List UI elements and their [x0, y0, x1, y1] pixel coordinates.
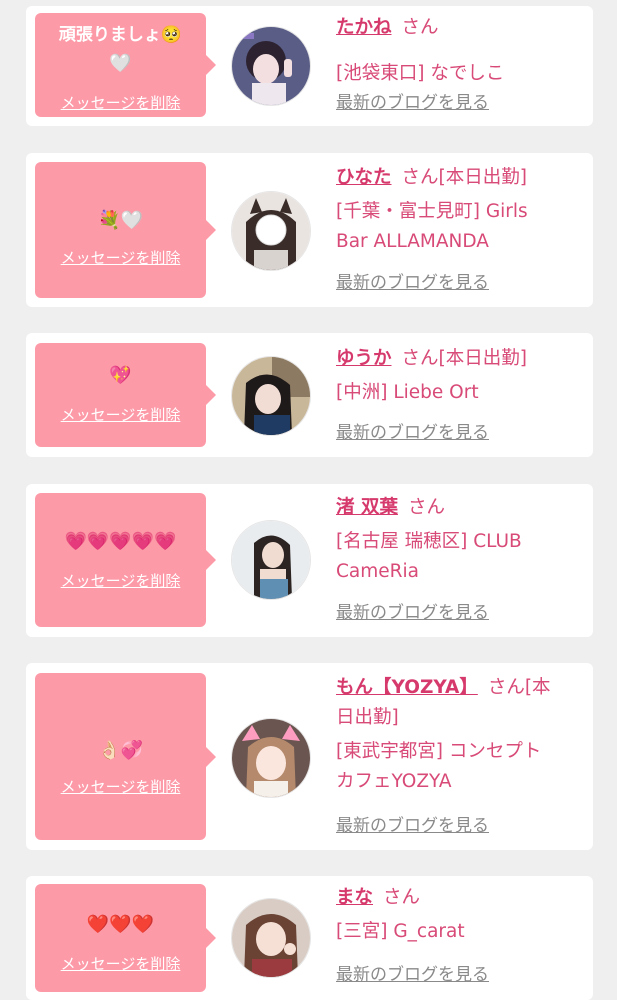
- user-name-link[interactable]: もん【YOZYA】: [336, 677, 478, 698]
- shop-info: [中洲] Liebe Ort: [336, 382, 479, 403]
- message-bubble: 頑張りましょ🥺 🤍 メッセージを削除: [35, 13, 216, 117]
- message-text: 頑張りましょ🥺: [58, 25, 183, 45]
- user-name-link[interactable]: 渚 双葉: [336, 497, 398, 518]
- user-info: ひなた さん[本日出勤] [千葉・富士見町] Girls Bar ALLAMAND…: [336, 163, 586, 257]
- latest-blog-link[interactable]: 最新のブログを見る: [336, 964, 489, 986]
- message-text: 💖: [109, 365, 132, 386]
- message-bubble: 💗💗💗💗💗 メッセージを削除: [35, 493, 216, 627]
- shop-info: [東武宇都宮] コンセプト: [336, 741, 542, 762]
- latest-blog-link[interactable]: 最新のブログを見る: [336, 815, 489, 837]
- avatar-image: [232, 27, 310, 105]
- avatar[interactable]: [231, 898, 311, 978]
- message-bubble: 💖 メッセージを削除: [35, 343, 216, 447]
- message-text: 🤍: [109, 53, 132, 74]
- list-item: 💗💗💗💗💗 メッセージを削除 渚 双葉 さん [名古屋 瑞穂区] CLUB Cam…: [26, 484, 593, 637]
- shop-info: [三宮] G_carat: [336, 921, 465, 942]
- delete-message-link[interactable]: メッセージを削除: [35, 248, 206, 268]
- attendance-badge: [本日出勤]: [438, 167, 527, 188]
- honorific: さん: [401, 167, 439, 188]
- avatar-image: [232, 521, 310, 599]
- message-bubble: ❤️❤️❤️ メッセージを削除: [35, 884, 216, 992]
- shop-info: カフェYOZYA: [336, 771, 452, 792]
- avatar-image: [232, 719, 310, 797]
- list-item: ❤️❤️❤️ メッセージを削除 まな さん [三宮] G_carat 最新のブログ…: [26, 876, 593, 1000]
- delete-message-link[interactable]: メッセージを削除: [35, 777, 206, 797]
- latest-blog-link[interactable]: 最新のブログを見る: [336, 602, 489, 624]
- message-text: 💐🤍: [98, 210, 143, 231]
- user-info: まな さん [三宮] G_carat: [336, 883, 586, 947]
- avatar-image: [232, 357, 310, 435]
- delete-message-link[interactable]: メッセージを削除: [35, 571, 206, 591]
- shop-info: Bar ALLAMANDA: [336, 231, 489, 252]
- delete-message-link[interactable]: メッセージを削除: [35, 405, 206, 425]
- attendance-badge: [本日出勤]: [438, 348, 527, 369]
- user-name-link[interactable]: まな: [336, 887, 373, 908]
- list-item: 頑張りましょ🥺 🤍 メッセージを削除 たかね さん [池袋東口] なでしこ 最新の…: [26, 6, 593, 126]
- message-text: 💗💗💗💗💗: [64, 531, 177, 552]
- user-name-link[interactable]: ゆうか: [336, 348, 392, 369]
- list-item: 💖 メッセージを削除 ゆうか さん[本日出勤] [中洲] Liebe Ort 最新…: [26, 333, 593, 457]
- user-info: ゆうか さん[本日出勤] [中洲] Liebe Ort: [336, 344, 586, 408]
- user-name-link[interactable]: ひなた: [336, 167, 392, 188]
- honorific: さん: [401, 17, 439, 38]
- honorific: さん: [487, 677, 525, 698]
- avatar[interactable]: [231, 191, 311, 271]
- avatar[interactable]: [231, 520, 311, 600]
- user-info: もん【YOZYA】 さん[本 日出勤] [東武宇都宮] コンセプト カフェYOZY…: [336, 673, 586, 797]
- list-item: 👌🏻💞 メッセージを削除 もん【YOZYA】 さん[本 日出勤] [東武宇都宮] …: [26, 663, 593, 850]
- message-text: ❤️❤️❤️: [86, 914, 155, 935]
- avatar-image: [232, 192, 310, 270]
- message-list: 頑張りましょ🥺 🤍 メッセージを削除 たかね さん [池袋東口] なでしこ 最新の…: [0, 0, 617, 1000]
- shop-info: CameRia: [336, 561, 419, 582]
- message-bubble: 💐🤍 メッセージを削除: [35, 162, 216, 298]
- shop-info: [千葉・富士見町] Girls: [336, 201, 528, 222]
- avatar[interactable]: [231, 718, 311, 798]
- message-text: 👌🏻💞: [98, 740, 143, 761]
- user-info: 渚 双葉 さん [名古屋 瑞穂区] CLUB CameRia: [336, 493, 586, 587]
- delete-message-link[interactable]: メッセージを削除: [35, 93, 206, 113]
- avatar[interactable]: [231, 356, 311, 436]
- latest-blog-link[interactable]: 最新のブログを見る: [336, 272, 489, 294]
- honorific: さん: [383, 887, 421, 908]
- latest-blog-link[interactable]: 最新のブログを見る: [336, 422, 489, 444]
- honorific: さん: [401, 348, 439, 369]
- avatar-image: [232, 899, 310, 977]
- shop-info: [名古屋 瑞穂区] CLUB: [336, 531, 522, 552]
- user-info: たかね さん [池袋東口] なでしこ: [336, 13, 586, 89]
- latest-blog-link[interactable]: 最新のブログを見る: [336, 92, 489, 114]
- list-item: 💐🤍 メッセージを削除 ひなた さん[本日出勤] [千葉・富士見町] Girls …: [26, 153, 593, 307]
- delete-message-link[interactable]: メッセージを削除: [35, 954, 206, 974]
- message-bubble: 👌🏻💞 メッセージを削除: [35, 673, 216, 840]
- shop-info: [池袋東口] なでしこ: [336, 63, 505, 84]
- honorific: さん: [407, 497, 445, 518]
- user-name-link[interactable]: たかね: [336, 17, 392, 38]
- avatar[interactable]: [231, 26, 311, 106]
- attendance-badge: 日出勤]: [336, 707, 399, 728]
- attendance-badge: [本: [524, 677, 551, 698]
